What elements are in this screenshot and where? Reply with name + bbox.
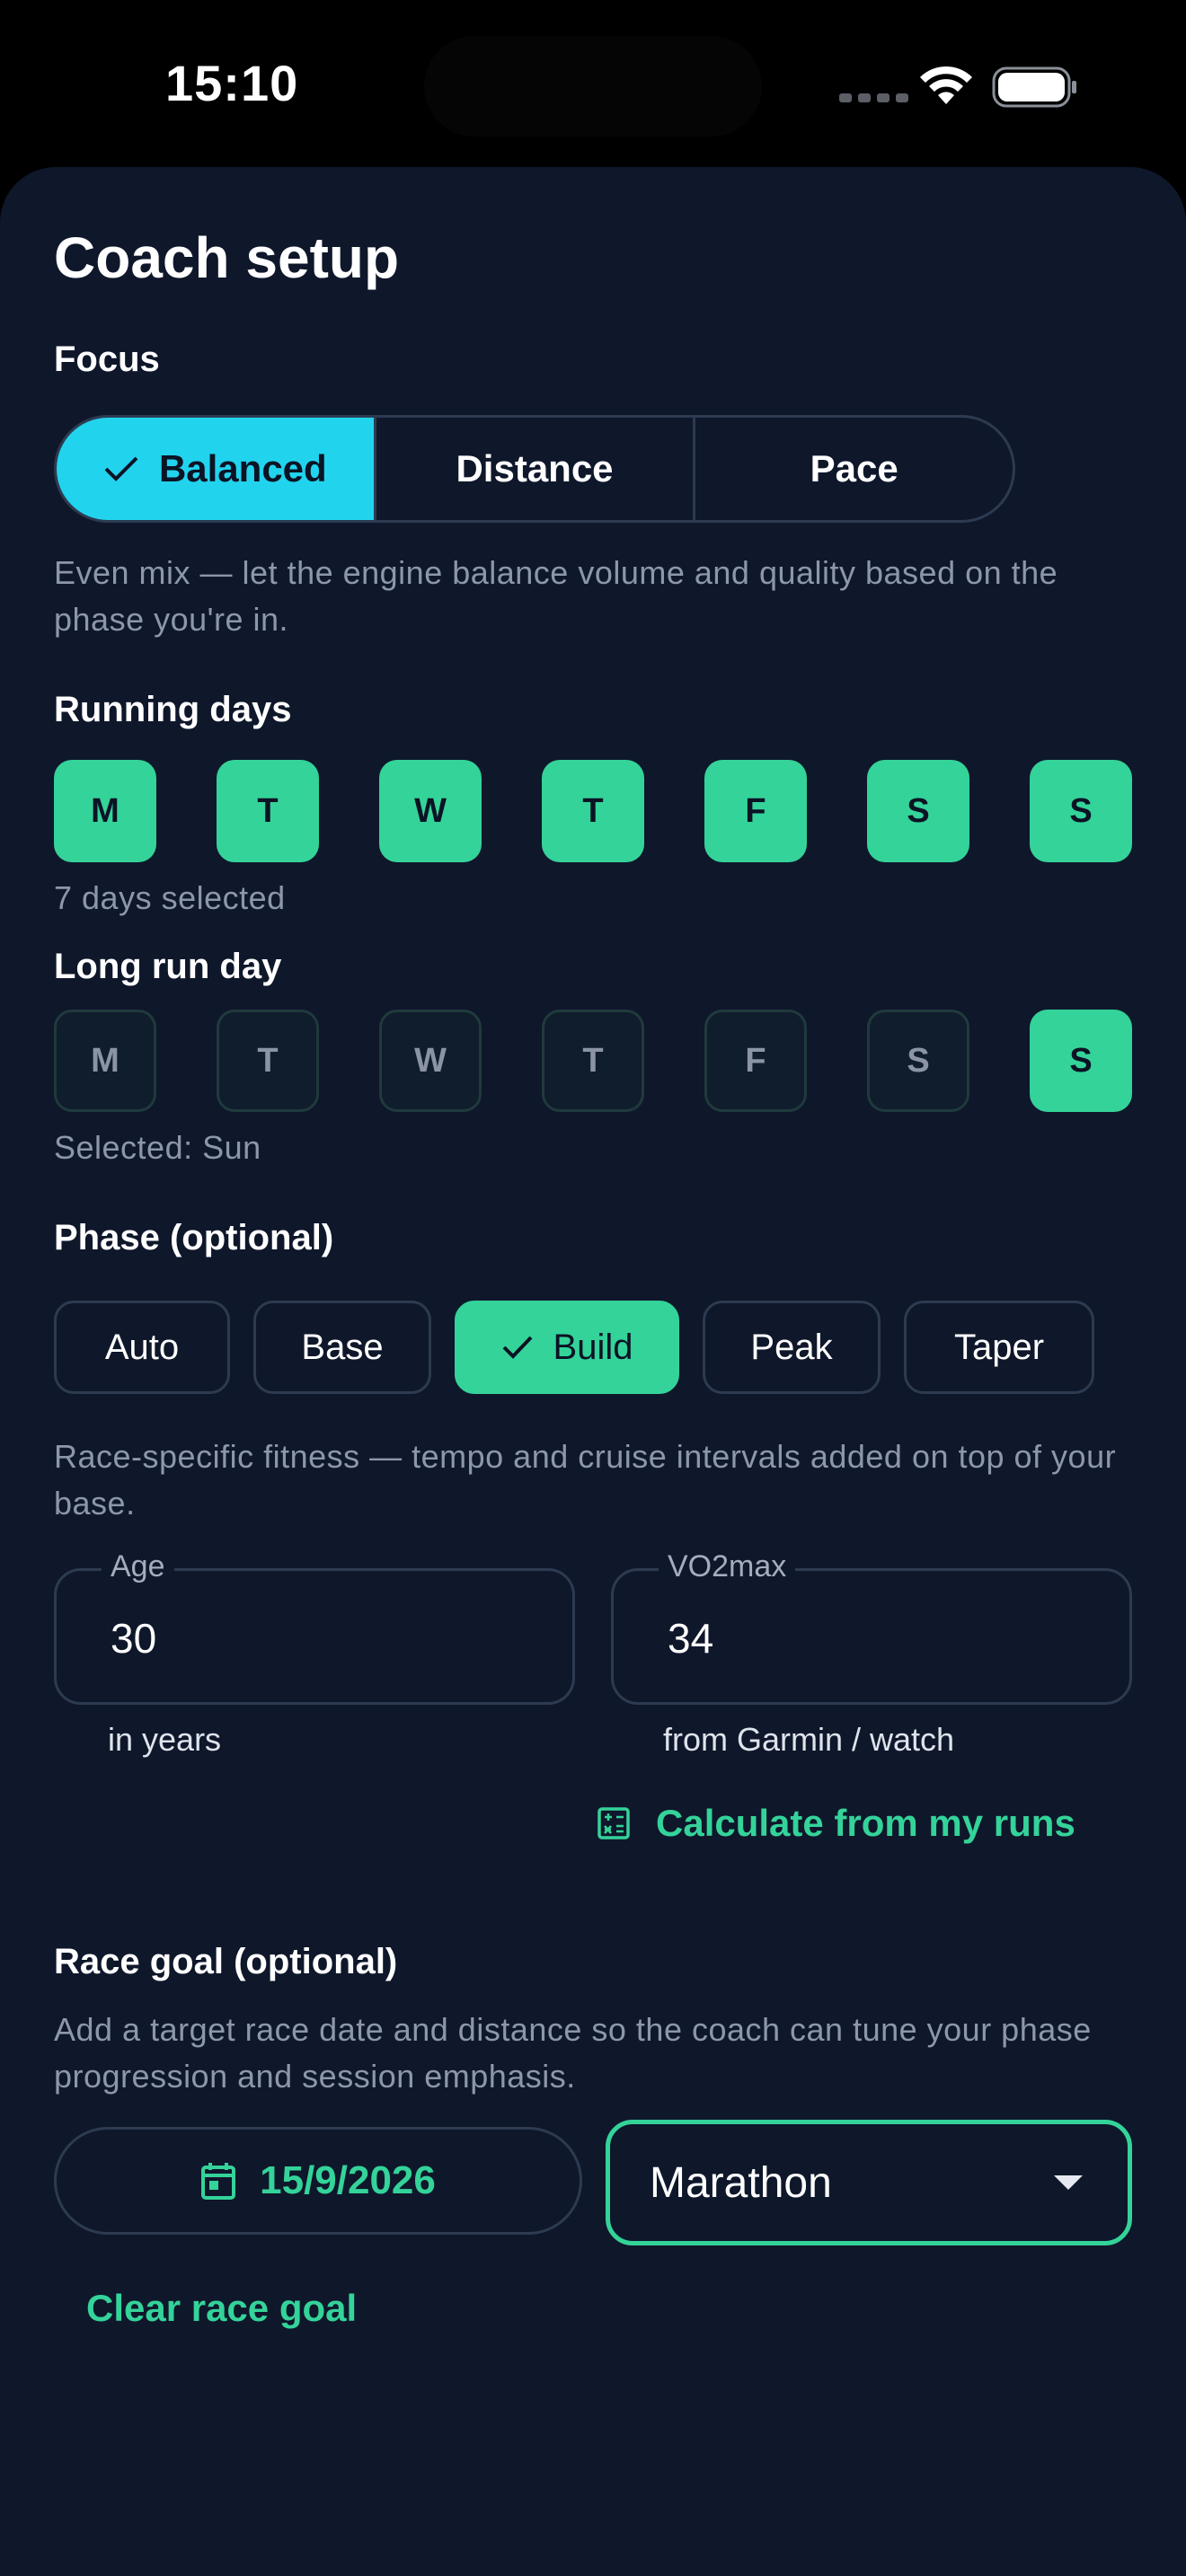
vo2max-helper-text: from Garmin / watch — [663, 1721, 955, 1758]
phase-chip-peak[interactable]: Peak — [703, 1301, 881, 1394]
long-run-day-summary: Selected: Sun — [54, 1129, 261, 1166]
running-day-mon[interactable]: M — [54, 760, 156, 862]
check-icon — [502, 1336, 532, 1359]
focus-option-pace[interactable]: Pace — [695, 418, 1013, 520]
vo2max-field[interactable]: VO2max 34 — [611, 1549, 1132, 1705]
age-field[interactable]: Age 30 — [54, 1549, 575, 1705]
phase-chip-row: Auto Base Build Peak Taper — [54, 1301, 1094, 1394]
running-day-sat[interactable]: S — [867, 760, 969, 862]
age-helper-text: in years — [108, 1721, 222, 1758]
phase-chip-label: Build — [553, 1327, 633, 1367]
focus-option-label: Pace — [810, 447, 898, 490]
check-icon — [104, 456, 138, 481]
vo2max-field-value[interactable]: 34 — [668, 1614, 713, 1663]
race-goal-label: Race goal (optional) — [54, 1942, 398, 1981]
age-field-value[interactable]: 30 — [111, 1614, 156, 1663]
focus-option-label: Balanced — [158, 447, 327, 490]
calculate-from-runs-label: Calculate from my runs — [656, 1802, 1075, 1844]
long-run-day-label: Long run day — [54, 947, 282, 986]
focus-label: Focus — [54, 340, 160, 379]
running-day-wed[interactable]: W — [379, 760, 482, 862]
running-day-fri[interactable]: F — [704, 760, 807, 862]
clear-race-goal-button[interactable]: Clear race goal — [86, 2287, 357, 2330]
status-bar: 15:10 — [0, 0, 1186, 167]
phase-chip-base[interactable]: Base — [253, 1301, 431, 1394]
page-title: Coach setup — [54, 225, 400, 290]
long-run-day-mon[interactable]: M — [54, 1010, 156, 1112]
focus-description: Even mix — let the engine balance volume… — [54, 554, 1058, 638]
age-field-label: Age — [102, 1549, 174, 1584]
calculator-icon — [597, 1807, 630, 1839]
phase-chip-taper[interactable]: Taper — [904, 1301, 1094, 1394]
focus-option-balanced[interactable]: Balanced — [57, 418, 376, 520]
battery-icon — [992, 66, 1076, 108]
long-run-day-thu[interactable]: T — [542, 1010, 644, 1112]
running-day-sun[interactable]: S — [1030, 760, 1132, 862]
focus-option-label: Distance — [456, 447, 614, 490]
long-run-day-sat[interactable]: S — [867, 1010, 969, 1112]
phase-chip-label: Base — [301, 1327, 384, 1367]
running-days-label: Running days — [54, 690, 292, 729]
long-run-day-row: M T W T F S S — [54, 1010, 1132, 1112]
race-distance-value: Marathon — [650, 2158, 832, 2207]
long-run-day-sun[interactable]: S — [1030, 1010, 1132, 1112]
phase-chip-label: Taper — [953, 1327, 1045, 1367]
running-day-tue[interactable]: T — [217, 760, 319, 862]
phase-description: Race-specific fitness — tempo and cruise… — [54, 1438, 1117, 1522]
calculate-from-runs-link[interactable]: Calculate from my runs — [597, 1802, 1075, 1845]
long-run-day-wed[interactable]: W — [379, 1010, 482, 1112]
phase-chip-label: Peak — [750, 1327, 833, 1367]
calendar-icon — [201, 2163, 236, 2200]
focus-segmented-control: Balanced Distance Pace — [54, 415, 1015, 523]
running-day-thu[interactable]: T — [542, 760, 644, 862]
long-run-day-fri[interactable]: F — [704, 1010, 807, 1112]
wifi-icon — [920, 66, 972, 104]
dynamic-island — [424, 36, 762, 137]
running-days-row: M T W T F S S — [54, 760, 1132, 862]
coach-setup-sheet: Coach setup Focus Balanced Distance Pace… — [0, 167, 1186, 2576]
vo2max-field-label: VO2max — [659, 1549, 796, 1584]
phase-chip-auto[interactable]: Auto — [54, 1301, 230, 1394]
phase-chip-build[interactable]: Build — [455, 1301, 679, 1394]
race-distance-select[interactable]: Marathon — [606, 2120, 1132, 2245]
phase-chip-label: Auto — [104, 1327, 180, 1367]
race-date-button[interactable]: 15/9/2026 — [54, 2127, 582, 2235]
cellular-signal-icon — [839, 93, 908, 102]
phase-label: Phase (optional) — [54, 1218, 334, 1257]
status-time: 15:10 — [165, 55, 299, 111]
long-run-day-tue[interactable]: T — [217, 1010, 319, 1112]
focus-option-distance[interactable]: Distance — [376, 418, 696, 520]
dropdown-arrow-icon — [1054, 2175, 1083, 2190]
race-goal-description: Add a target race date and distance so t… — [54, 2011, 1092, 2095]
race-date-value: 15/9/2026 — [260, 2158, 436, 2202]
running-days-summary: 7 days selected — [54, 879, 286, 916]
